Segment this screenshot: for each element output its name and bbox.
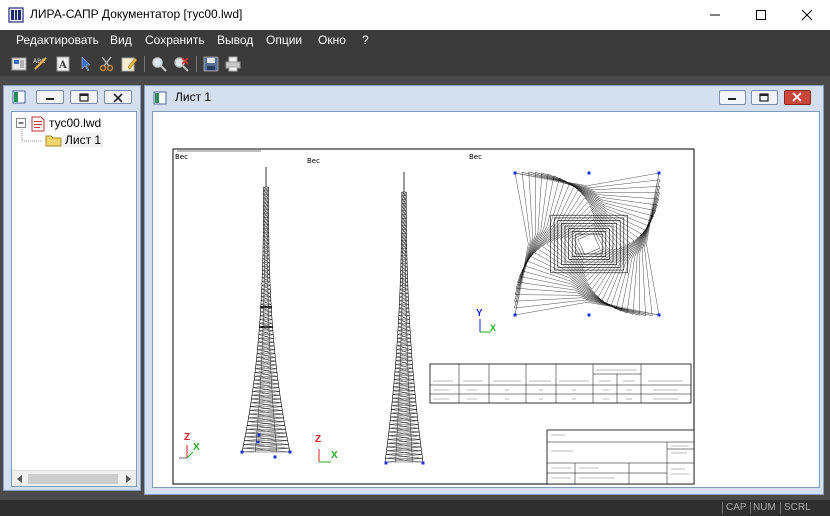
- window-title: ЛИРА-САПР Документатор [тус00.lwd]: [30, 7, 243, 21]
- doc-minimize-button[interactable]: [719, 90, 746, 105]
- document-file-icon: [31, 116, 45, 132]
- minimize-icon: [46, 98, 54, 100]
- doc-close-button[interactable]: [784, 90, 811, 105]
- document-tree: тус00.lwd Лист 1: [11, 111, 137, 487]
- view-label-2: Вес: [307, 157, 320, 165]
- support-node: [257, 433, 261, 437]
- support-node: [273, 455, 277, 459]
- restore-icon: [79, 93, 89, 102]
- drawing-sheet: [172, 148, 695, 485]
- doc-restore-button[interactable]: [751, 90, 778, 105]
- print-icon[interactable]: [224, 55, 242, 73]
- plan-node: [587, 171, 591, 175]
- menu-bar: Редактировать Вид Сохранить Вывод Опции …: [0, 30, 830, 51]
- support-node: [256, 440, 260, 444]
- scroll-left-icon[interactable]: [15, 474, 25, 484]
- close-icon: [801, 9, 813, 21]
- app-logo-icon: [8, 7, 24, 23]
- status-cap: CAP: [726, 502, 747, 513]
- scrollbar-thumb[interactable]: [28, 474, 118, 484]
- text-format-icon[interactable]: A: [54, 55, 72, 73]
- folder-icon: [45, 135, 62, 147]
- status-divider: [722, 502, 723, 514]
- axis-y-label-3: Y: [476, 308, 483, 319]
- document-window: Лист 1 Вес Вес Вес Z X Z X Y X: [144, 85, 824, 495]
- support-node: [384, 461, 388, 465]
- spell-check-icon[interactable]: ABC: [32, 55, 50, 73]
- view-label-1: Вес: [175, 153, 188, 161]
- menu-view[interactable]: Вид: [110, 33, 132, 47]
- axis-z-label-1: Z: [184, 432, 191, 443]
- close-button[interactable]: [784, 0, 830, 30]
- maximize-button[interactable]: [738, 0, 784, 30]
- close-icon: [113, 93, 123, 103]
- minimize-icon: [728, 98, 736, 100]
- scroll-right-icon[interactable]: [123, 474, 133, 484]
- zoom-out-icon[interactable]: [172, 55, 190, 73]
- status-divider: [750, 502, 751, 514]
- menu-save[interactable]: Сохранить: [145, 33, 205, 47]
- status-divider: [780, 502, 781, 514]
- tree-item-sheet-1[interactable]: Лист 1: [63, 133, 104, 147]
- axis-z-label-2: Z: [315, 434, 322, 445]
- support-node: [421, 461, 425, 465]
- pointer-icon[interactable]: [76, 55, 94, 73]
- close-icon: [792, 92, 802, 102]
- document-canvas[interactable]: Вес Вес Вес Z X Z X Y X: [152, 111, 820, 488]
- zoom-in-icon[interactable]: [150, 55, 168, 73]
- axis-x-label-2: X: [331, 450, 338, 461]
- menu-options[interactable]: Опции: [266, 33, 302, 47]
- svg-text:A: A: [58, 60, 67, 71]
- layout-icon[interactable]: [10, 55, 28, 73]
- maximize-icon: [756, 10, 766, 20]
- edit-icon[interactable]: [120, 55, 138, 73]
- save-icon[interactable]: [202, 55, 220, 73]
- support-node: [288, 450, 292, 454]
- panel-minimize-button[interactable]: [36, 90, 64, 104]
- status-bar: CAP NUM SCRL: [0, 500, 830, 516]
- plan-node: [587, 313, 591, 317]
- panel-close-button[interactable]: [104, 90, 132, 104]
- title-block: [546, 429, 695, 485]
- status-num: NUM: [753, 502, 776, 513]
- menu-help[interactable]: ?: [362, 33, 369, 47]
- axis-x-label-3: X: [490, 323, 497, 333]
- sheet-icon: [153, 91, 167, 105]
- toolbar-separator: [196, 56, 197, 72]
- panel-restore-button[interactable]: [70, 90, 98, 104]
- restore-icon: [759, 93, 769, 102]
- minimize-button[interactable]: [692, 0, 738, 30]
- horizontal-scrollbar[interactable]: [12, 470, 136, 486]
- view-label-3: Вес: [469, 153, 482, 161]
- plan-corner-node: [513, 313, 517, 317]
- axis-x-label-1: X: [193, 442, 200, 453]
- menu-edit[interactable]: Редактировать: [16, 33, 99, 47]
- tree-root-item[interactable]: тус00.lwd: [49, 116, 101, 130]
- toolbar-separator: [144, 56, 145, 72]
- title-bar: ЛИРА-САПР Документатор [тус00.lwd]: [0, 0, 830, 30]
- minimize-icon: [710, 14, 720, 16]
- panel-icon: [12, 90, 26, 104]
- tree-panel-header: [4, 86, 140, 108]
- toolbar: ABC A: [0, 51, 830, 76]
- menu-window[interactable]: Окно: [318, 33, 346, 47]
- cut-icon[interactable]: [98, 55, 116, 73]
- results-table: [429, 363, 692, 404]
- plan-corner-node: [513, 171, 517, 175]
- status-scrl: SCRL: [784, 502, 811, 513]
- support-node: [240, 450, 244, 454]
- app-window: ЛИРА-САПР Документатор [тус00.lwd] Редак…: [0, 0, 830, 516]
- plan-corner-node: [657, 313, 661, 317]
- menu-output[interactable]: Вывод: [217, 33, 253, 47]
- plan-corner-node: [657, 171, 661, 175]
- document-tree-panel: тус00.lwd Лист 1: [3, 85, 141, 491]
- document-title: Лист 1: [175, 90, 212, 104]
